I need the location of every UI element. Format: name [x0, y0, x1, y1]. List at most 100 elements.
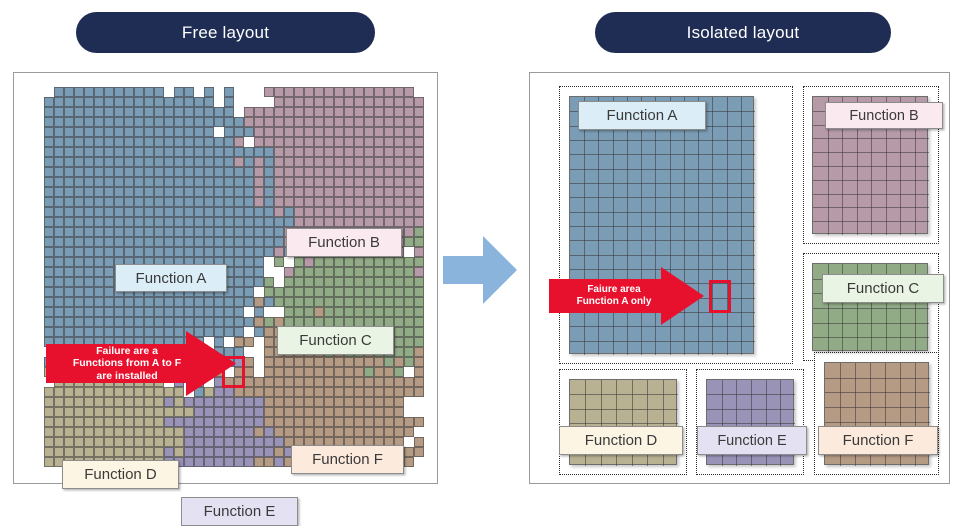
- mosaic-cell: [204, 147, 214, 157]
- mosaic-cell: [74, 437, 84, 447]
- mosaic-cell: [244, 107, 254, 117]
- mosaic-cell: [334, 357, 344, 367]
- mosaic-cell: [244, 257, 254, 267]
- mosaic-cell: [394, 157, 404, 167]
- mosaic-cell: [74, 127, 84, 137]
- mosaic-cell: [184, 457, 194, 467]
- mosaic-cell: [94, 147, 104, 157]
- mosaic-cell: [354, 197, 364, 207]
- mosaic-cell: [54, 407, 64, 417]
- mosaic-cell: [264, 187, 274, 197]
- mosaic-cell: [114, 437, 124, 447]
- mosaic-cell: [304, 107, 314, 117]
- free-failure-callout-text: Failure are a Functions from A to F are …: [52, 344, 202, 382]
- mosaic-cell: [334, 97, 344, 107]
- mosaic-cell: [214, 227, 224, 237]
- mosaic-cell: [254, 227, 264, 237]
- mosaic-cell: [294, 307, 304, 317]
- mosaic-cell: [374, 127, 384, 137]
- mosaic-cell: [274, 237, 284, 247]
- mosaic-cell: [194, 157, 204, 167]
- mosaic-cell: [44, 427, 54, 437]
- mosaic-cell: [384, 427, 394, 437]
- free-label-function-f: Function F: [291, 445, 404, 474]
- mosaic-cell: [204, 207, 214, 217]
- mosaic-cell: [44, 217, 54, 227]
- mosaic-cell: [224, 127, 234, 137]
- mosaic-cell: [54, 427, 64, 437]
- mosaic-cell: [244, 117, 254, 127]
- mosaic-cell: [124, 297, 134, 307]
- mosaic-cell: [84, 147, 94, 157]
- mosaic-cell: [74, 147, 84, 157]
- mosaic-cell: [94, 217, 104, 227]
- mosaic-cell: [384, 377, 394, 387]
- mosaic-cell: [244, 337, 254, 347]
- mosaic-cell: [294, 207, 304, 217]
- mosaic-cell: [124, 247, 134, 257]
- mosaic-cell: [364, 217, 374, 227]
- mosaic-cell: [254, 447, 264, 457]
- mosaic-cell: [254, 197, 264, 207]
- mosaic-cell: [384, 287, 394, 297]
- mosaic-cell: [364, 127, 374, 137]
- mosaic-cell: [154, 207, 164, 217]
- mosaic-cell: [274, 447, 284, 457]
- free-label-function-b: Function B: [286, 228, 402, 257]
- mosaic-cell: [254, 317, 264, 327]
- mosaic-cell: [154, 177, 164, 187]
- mosaic-cell: [414, 437, 424, 447]
- mosaic-cell: [344, 177, 354, 187]
- mosaic-cell: [234, 247, 244, 257]
- mosaic-cell: [344, 277, 354, 287]
- mosaic-cell: [264, 197, 274, 207]
- mosaic-cell: [264, 147, 274, 157]
- mosaic-cell: [234, 437, 244, 447]
- mosaic-cell: [264, 287, 274, 297]
- mosaic-cell: [64, 117, 74, 127]
- mosaic-cell: [294, 127, 304, 137]
- mosaic-cell: [114, 137, 124, 147]
- mosaic-cell: [354, 367, 364, 377]
- mosaic-cell: [104, 237, 114, 247]
- mosaic-cell: [344, 407, 354, 417]
- mosaic-cell: [364, 147, 374, 157]
- mosaic-cell: [184, 117, 194, 127]
- mosaic-cell: [354, 177, 364, 187]
- mosaic-cell: [404, 427, 414, 437]
- mosaic-cell: [234, 267, 244, 277]
- mosaic-cell: [64, 437, 74, 447]
- mosaic-cell: [104, 117, 114, 127]
- mosaic-cell: [304, 287, 314, 297]
- mosaic-cell: [324, 367, 334, 377]
- mosaic-cell: [264, 457, 274, 467]
- mosaic-cell: [84, 427, 94, 437]
- mosaic-cell: [54, 147, 64, 157]
- mosaic-cell: [44, 417, 54, 427]
- mosaic-cell: [264, 427, 274, 437]
- mosaic-cell: [304, 407, 314, 417]
- mosaic-cell: [304, 377, 314, 387]
- mosaic-cell: [154, 167, 164, 177]
- mosaic-cell: [254, 257, 264, 267]
- mosaic-cell: [164, 417, 174, 427]
- mosaic-cell: [54, 237, 64, 247]
- mosaic-cell: [124, 207, 134, 217]
- mosaic-cell: [284, 157, 294, 167]
- mosaic-cell: [284, 137, 294, 147]
- mosaic-cell: [284, 267, 294, 277]
- mosaic-cell: [404, 447, 414, 457]
- isolated-label-function-b-text: Function B: [849, 107, 919, 124]
- mosaic-cell: [104, 447, 114, 457]
- mosaic-cell: [394, 427, 404, 437]
- mosaic-cell: [94, 257, 104, 267]
- mosaic-cell: [124, 447, 134, 457]
- mosaic-cell: [344, 217, 354, 227]
- mosaic-cell: [174, 197, 184, 207]
- mosaic-cell: [264, 367, 274, 377]
- mosaic-cell: [254, 297, 264, 307]
- mosaic-cell: [364, 417, 374, 427]
- mosaic-cell: [84, 277, 94, 287]
- mosaic-cell: [404, 347, 414, 357]
- mosaic-cell: [224, 447, 234, 457]
